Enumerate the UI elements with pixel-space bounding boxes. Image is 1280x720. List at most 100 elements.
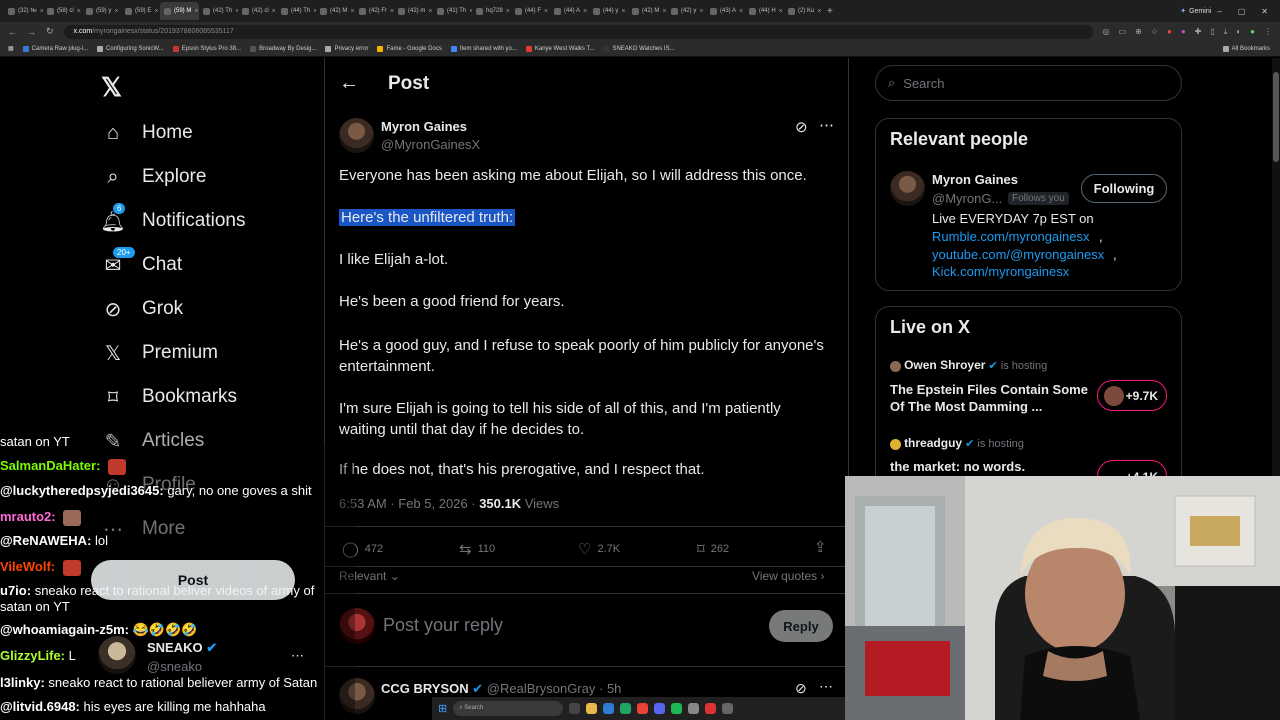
close-tab-icon[interactable]: × [272, 8, 276, 15]
extension-icon[interactable]: ● [1167, 27, 1172, 37]
bookmark-item[interactable]: SNEAKO Watches IS... [603, 45, 675, 52]
browser-tab[interactable]: (42) m × [394, 2, 433, 20]
grok-icon[interactable]: ⊘ [795, 680, 807, 697]
like-stat[interactable]: ♡ 2.7K [578, 540, 620, 558]
app-icon[interactable] [603, 703, 615, 714]
close-tab-icon[interactable]: × [621, 8, 625, 15]
app-icon[interactable] [688, 703, 700, 714]
account-icon[interactable]: ◐ [1236, 27, 1241, 37]
browser-tab[interactable]: (42) M × [316, 2, 355, 20]
reply-author-name[interactable]: CCG BRYSON [381, 681, 469, 696]
maximize-icon[interactable]: ▢ [1238, 7, 1246, 16]
browser-tab[interactable]: (41) Th × [433, 2, 472, 20]
close-tab-icon[interactable]: × [428, 8, 432, 15]
bookmark-item[interactable]: Item shared with yo... [450, 45, 517, 52]
grok-icon[interactable]: ⊘ [795, 118, 808, 136]
view-quotes-link[interactable]: View quotes › [752, 569, 825, 583]
more-options-icon[interactable]: ⋯ [819, 116, 834, 134]
cast-icon[interactable]: ▭ [1119, 27, 1127, 37]
close-tab-icon[interactable]: × [662, 8, 666, 15]
close-tab-icon[interactable]: × [350, 8, 354, 15]
bookmark-item[interactable]: Kanye West Walks T... [525, 45, 594, 52]
close-tab-icon[interactable]: × [699, 8, 703, 15]
browser-tab[interactable]: (59) E × [121, 2, 160, 20]
post-button[interactable]: Post [91, 560, 295, 600]
browser-tab[interactable]: (43) A × [706, 2, 745, 20]
browser-tab[interactable]: (42) y × [667, 2, 706, 20]
close-tab-icon[interactable]: × [114, 8, 118, 15]
apps-icon[interactable]: ▦ [8, 45, 14, 52]
browser-tab[interactable]: (59) y × [82, 2, 121, 20]
browser-tab[interactable]: (2) Ku × [784, 2, 823, 20]
zoom-icon[interactable]: ⊕ [1135, 27, 1142, 37]
person-avatar[interactable] [890, 171, 925, 206]
nav-item-explore[interactable]: ⌕ Explore [100, 164, 206, 190]
new-tab-button[interactable]: + [827, 6, 833, 17]
live-title-text[interactable]: the market: no words. [890, 459, 1025, 474]
browser-tab[interactable]: (44) H × [745, 2, 784, 20]
nav-item-grok[interactable]: ⊘ Grok [100, 296, 184, 322]
reply-author-handle[interactable]: @RealBrysonGray [487, 681, 596, 696]
close-icon[interactable]: ✕ [1261, 7, 1268, 16]
app-icon[interactable] [671, 703, 683, 714]
bio-link[interactable]: Kick.com/myrongainesx [932, 264, 1069, 279]
close-tab-icon[interactable]: × [817, 8, 821, 15]
reply-input[interactable]: Post your reply [383, 615, 503, 636]
puzzle-icon[interactable]: ✚ [1195, 27, 1202, 37]
nav-item-bookmarks[interactable]: ⌑ Bookmarks [100, 384, 237, 410]
live-listeners-button[interactable]: +9.7K [1097, 380, 1167, 411]
post-timestamp[interactable]: 6:53 AM · Feb 5, 2026 · [339, 496, 479, 511]
account-name[interactable]: SNEAKO ✔ [147, 640, 217, 656]
account-menu-icon[interactable]: ⋯ [291, 648, 304, 664]
account-avatar[interactable] [98, 636, 136, 674]
browser-tab[interactable]: (42) M × [628, 2, 667, 20]
app-icon[interactable] [586, 703, 598, 714]
bookmark-item[interactable]: Configuring SonicW... [97, 45, 164, 52]
extension-icon[interactable]: ● [1181, 27, 1186, 37]
app-icon[interactable] [705, 703, 717, 714]
close-tab-icon[interactable]: × [544, 8, 548, 15]
bookmark-item[interactable]: Fame - Google Docs [377, 45, 442, 52]
all-bookmarks[interactable]: All Bookmarks [1222, 45, 1270, 52]
browser-tab[interactable]: (44) A × [550, 2, 589, 20]
back-arrow-icon[interactable]: ← [339, 72, 359, 95]
download-icon[interactable]: ⤓ [1224, 27, 1228, 37]
forward-icon[interactable]: → [27, 27, 36, 37]
more-options-icon[interactable]: ⋯ [819, 678, 833, 695]
windows-start-icon[interactable]: ⊞ [438, 702, 447, 715]
reply-button[interactable]: Reply [769, 610, 833, 642]
menu-icon[interactable]: ⋮ [1264, 27, 1272, 37]
star-icon[interactable]: ☆ [1151, 27, 1158, 37]
browser-tab[interactable]: (44) y × [589, 2, 628, 20]
browser-tab[interactable]: (42) cl × [238, 2, 277, 20]
person-name[interactable]: Myron Gaines [932, 172, 1018, 187]
browser-tab[interactable]: (32) № × [4, 2, 43, 20]
bookmark-item[interactable]: Privacy error [325, 45, 368, 52]
bio-link[interactable]: Rumble.com/myrongainesx [932, 229, 1090, 244]
browser-tab[interactable]: (42) Th × [199, 2, 238, 20]
nav-item-home[interactable]: ⌂ Home [100, 120, 193, 146]
close-tab-icon[interactable]: × [194, 8, 198, 15]
person-handle[interactable]: @MyronG... [932, 191, 1002, 206]
browser-tab[interactable]: hq728 × [472, 2, 511, 20]
close-tab-icon[interactable]: × [739, 8, 743, 15]
nav-item-chat[interactable]: ✉ 20+ Chat [100, 246, 182, 278]
nav-item-notifications[interactable]: 🔔︎ 6 Notifications [100, 202, 246, 234]
app-icon[interactable] [654, 703, 666, 714]
share-icon[interactable]: ⇪ [814, 538, 827, 556]
author-name[interactable]: Myron Gaines [381, 119, 467, 134]
sidepanel-icon[interactable]: ▯ [1210, 27, 1214, 37]
browser-tab[interactable]: (42) Fr × [355, 2, 394, 20]
taskbar-search[interactable]: ⌕ Search [453, 701, 564, 716]
close-tab-icon[interactable]: × [779, 8, 783, 15]
app-icon[interactable] [637, 703, 649, 714]
bookmark-item[interactable]: Camera Raw plug-i... [22, 45, 88, 52]
browser-tab[interactable]: (58) cl × [43, 2, 82, 20]
close-tab-icon[interactable]: × [506, 8, 510, 15]
browser-tab[interactable]: (44) F × [511, 2, 550, 20]
browser-tab[interactable]: (44) Th × [277, 2, 316, 20]
bookmark-item[interactable]: Broadway By Desig... [250, 45, 316, 52]
browser-tab[interactable]: (59) M × [160, 2, 199, 20]
close-tab-icon[interactable]: × [154, 8, 158, 15]
profile-icon[interactable]: ● [1250, 27, 1255, 37]
